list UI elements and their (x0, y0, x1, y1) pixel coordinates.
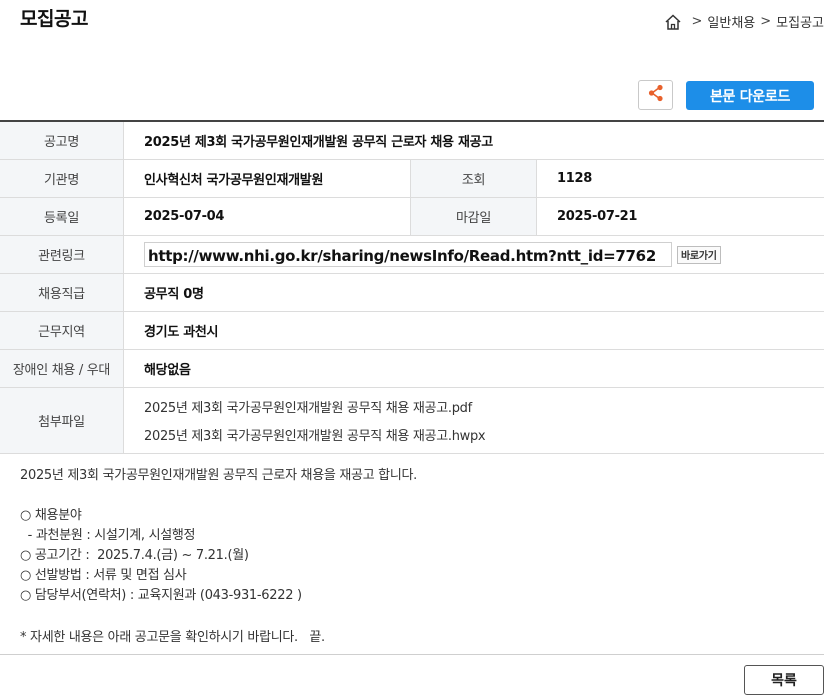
region-value: 경기도 과천시 (144, 325, 219, 340)
title-value: 2025년 제3회 국가공무원인재개발원 공무직 근로자 채용 재공고 (144, 135, 493, 150)
breadcrumb-separator: > (691, 14, 703, 29)
body-field-detail: - 과천분원 : 시설기계, 시설행정 (20, 528, 196, 543)
attachments-label: 첨부파일 (0, 388, 124, 453)
share-button[interactable] (638, 80, 673, 110)
posting-info-table: 공고명 2025년 제3회 국가공무원인재개발원 공무직 근로자 채용 재공고 … (0, 120, 824, 454)
org-label: 기관명 (0, 160, 124, 197)
table-row: 근무지역 경기도 과천시 (0, 312, 824, 350)
body-contact: ○ 담당부서(연락처) : 교육지원과 (043-931-6222 ) (20, 588, 302, 603)
download-content-button[interactable]: 본문 다운로드 (686, 81, 814, 110)
deadline-value: 2025-07-21 (557, 209, 638, 224)
body-period: ○ 공고기간 : 2025.7.4.(금) ~ 7.21.(월) (20, 548, 249, 563)
posting-body: 2025년 제3회 국가공무원인재개발원 공무직 근로자 채용을 재공고 합니다… (20, 466, 417, 648)
region-label: 근무지역 (0, 312, 124, 349)
title-label: 공고명 (0, 122, 124, 159)
divider (0, 654, 824, 655)
reg-date-value: 2025-07-04 (124, 198, 411, 235)
body-note: * 자세한 내용은 아래 공고문을 확인하시기 바랍니다. 끝. (20, 630, 325, 645)
job-grade-label: 채용직급 (0, 274, 124, 311)
body-method: ○ 선발방법 : 서류 및 면접 심사 (20, 568, 187, 583)
attachment-hwpx-link[interactable]: 2025년 제3회 국가공무원인재개발원 공무직 채용 재공고.hwpx (144, 425, 486, 444)
table-row: 기관명 인사혁신처 국가공무원인재개발원 조회 1128 (0, 160, 824, 198)
link-label: 관련링크 (0, 236, 124, 273)
breadcrumb-item-general-hiring[interactable]: 일반채용 (707, 12, 755, 31)
breadcrumb: > 일반채용 > 모집공고 (664, 12, 824, 31)
related-link-field[interactable]: http://www.nhi.go.kr/sharing/newsInfo/Re… (144, 242, 672, 267)
share-icon (647, 84, 665, 106)
attachment-pdf-link[interactable]: 2025년 제3회 국가공무원인재개발원 공무직 채용 재공고.pdf (144, 397, 472, 416)
goto-link-button[interactable]: 바로가기 (677, 245, 721, 264)
org-value: 인사혁신처 국가공무원인재개발원 (124, 160, 411, 197)
views-label: 조회 (411, 160, 537, 197)
views-value: 1128 (557, 171, 592, 186)
table-row: 관련링크 http://www.nhi.go.kr/sharing/newsIn… (0, 236, 824, 274)
job-grade-value: 공무직 0명 (144, 287, 204, 302)
body-field: ○ 채용분야 (20, 508, 82, 523)
reg-date-label: 등록일 (0, 198, 124, 235)
home-icon[interactable] (664, 13, 682, 31)
page-title: 모집공고 (20, 8, 88, 30)
deadline-label: 마감일 (411, 198, 537, 235)
table-row: 등록일 2025-07-04 마감일 2025-07-21 (0, 198, 824, 236)
list-button[interactable]: 목록 (744, 665, 824, 695)
disabled-hiring-value: 해당없음 (144, 363, 191, 378)
table-row: 공고명 2025년 제3회 국가공무원인재개발원 공무직 근로자 채용 재공고 (0, 122, 824, 160)
breadcrumb-item-recruitment[interactable]: 모집공고 (776, 12, 824, 31)
table-row: 장애인 채용 / 우대 해당없음 (0, 350, 824, 388)
body-intro: 2025년 제3회 국가공무원인재개발원 공무직 근로자 채용을 재공고 합니다… (20, 468, 417, 483)
breadcrumb-separator: > (760, 14, 772, 29)
table-row: 첨부파일 2025년 제3회 국가공무원인재개발원 공무직 채용 재공고.pdf… (0, 388, 824, 454)
disabled-hiring-label: 장애인 채용 / 우대 (0, 350, 124, 387)
attachments-list: 2025년 제3회 국가공무원인재개발원 공무직 채용 재공고.pdf 2025… (124, 388, 824, 453)
table-row: 채용직급 공무직 0명 (0, 274, 824, 312)
link-cell: http://www.nhi.go.kr/sharing/newsInfo/Re… (124, 236, 824, 273)
